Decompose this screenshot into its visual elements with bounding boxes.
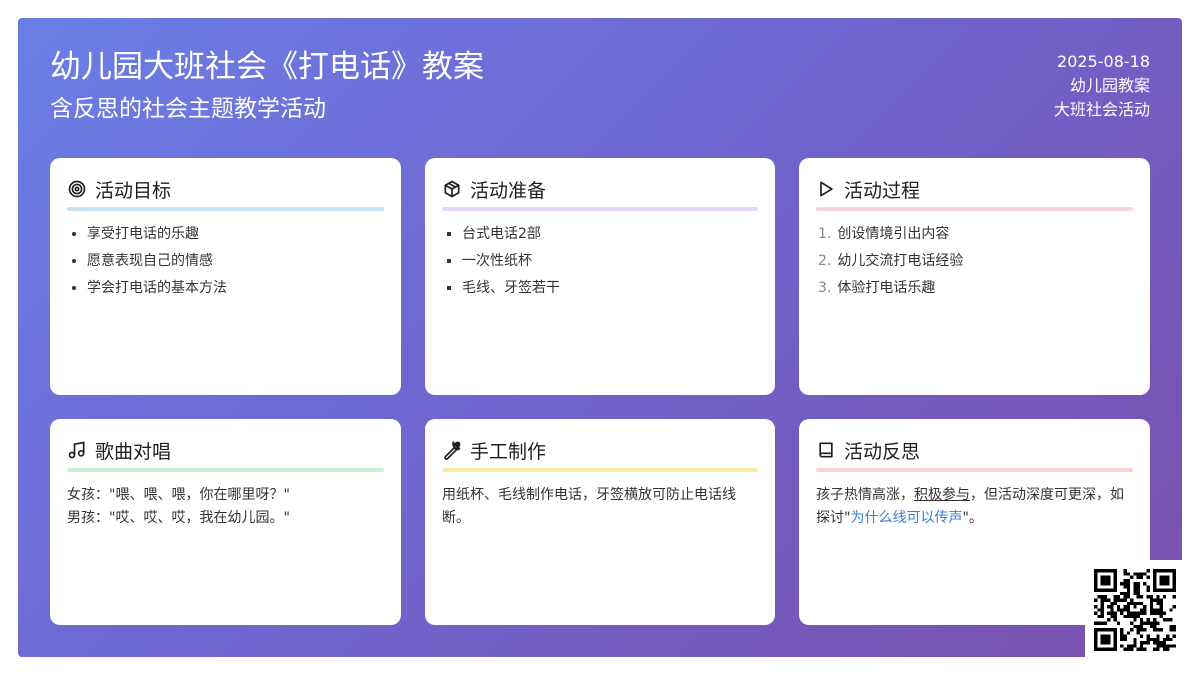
craft-description: 用纸杯、毛线制作电话，牙签横放可防止电话线断。 [442,487,736,526]
card-title: 活动反思 [844,440,921,463]
card-header: 活动准备 [442,176,758,202]
card-title: 歌曲对唱 [95,440,172,463]
card-divider [816,468,1133,472]
page-title: 幼儿园大班社会《打电话》教案 [50,49,484,85]
card-craft: 手工制作 用纸杯、毛线制作电话，牙签横放可防止电话线断。 [425,419,775,625]
card-header: 歌曲对唱 [67,437,384,463]
card-process: 活动过程 1. 创设情境引出内容 2. 幼儿交流打电话经验 3. 体验打电话乐趣 [799,158,1150,395]
box-icon [442,179,462,199]
card-preparation: 活动准备 台式电话2部 一次性纸杯 毛线、牙签若干 [425,158,775,395]
list-item: 享受打电话的乐趣 [87,223,384,250]
step-label: 幼儿交流打电话经验 [837,253,964,269]
category-tag: 幼儿园教案 [1069,76,1150,95]
activity-tag: 大班社会活动 [1053,100,1150,119]
card-header: 活动反思 [816,437,1133,463]
card-divider [816,207,1133,211]
target-icon [67,179,87,199]
card-title: 活动目标 [95,179,172,202]
qr-code[interactable] [1085,560,1182,657]
music-note-icon [67,440,87,460]
lyric-line-boy: 男孩："哎、哎、哎，我在幼儿园。" [67,510,290,526]
highlight-underlined: 积极参与 [914,487,970,503]
card-song: 歌曲对唱 女孩："喂、喂、喂，你在哪里呀？" 男孩："哎、哎、哎，我在幼儿园。" [50,419,401,625]
card-header: 手工制作 [442,437,758,463]
card-divider [442,468,758,472]
card-divider [67,207,384,211]
card-divider [442,207,758,211]
lyric-line-girl: 女孩："喂、喂、喂，你在哪里呀？" [67,487,290,503]
reflection-part: 孩子热情高涨， [816,487,914,503]
list-item: 愿意表现自己的情感 [87,250,384,277]
list-item: 3. 体验打电话乐趣 [818,277,1133,304]
header-meta: 2025-08-18 幼儿园教案 大班社会活动 [1054,50,1150,122]
card-divider [67,468,384,472]
card-title: 活动准备 [470,179,547,202]
list-item: 台式电话2部 [462,223,758,250]
list-item: 学会打电话的基本方法 [87,277,384,304]
list-item: 一次性纸杯 [462,250,758,277]
book-icon [816,440,836,460]
step-label: 体验打电话乐趣 [837,280,936,296]
step-label: 创设情境引出内容 [837,226,950,242]
play-icon [816,179,836,199]
list-item: 2. 幼儿交流打电话经验 [818,250,1133,277]
date-label: 2025-08-18 [1057,52,1150,71]
card-title: 活动过程 [844,179,921,202]
wrench-icon [442,440,462,460]
card-header: 活动目标 [67,176,384,202]
step-number: 3. [818,280,832,296]
song-lyrics: 女孩："喂、喂、喂，你在哪里呀？" 男孩："哎、哎、哎，我在幼儿园。" [67,484,384,530]
goals-list: 享受打电话的乐趣 愿意表现自己的情感 学会打电话的基本方法 [67,223,384,304]
list-item: 毛线、牙签若干 [462,277,758,304]
process-list: 1. 创设情境引出内容 2. 幼儿交流打电话经验 3. 体验打电话乐趣 [816,223,1133,304]
reflection-text: 孩子热情高涨，积极参与，但活动深度可更深，如探讨"为什么线可以传声"。 [816,484,1133,530]
list-item: 1. 创设情境引出内容 [818,223,1133,250]
qr-code-icon [1094,569,1176,651]
card-header: 活动过程 [816,176,1133,202]
highlight-question: 为什么线可以传声 [850,510,963,526]
step-number: 2. [818,253,832,269]
card-goals: 活动目标 享受打电话的乐趣 愿意表现自己的情感 学会打电话的基本方法 [50,158,401,395]
page-subtitle: 含反思的社会主题教学活动 [50,96,326,122]
preparation-list: 台式电话2部 一次性纸杯 毛线、牙签若干 [442,223,758,304]
reflection-part: "。 [962,510,983,526]
card-title: 手工制作 [470,440,547,463]
step-number: 1. [818,226,832,242]
